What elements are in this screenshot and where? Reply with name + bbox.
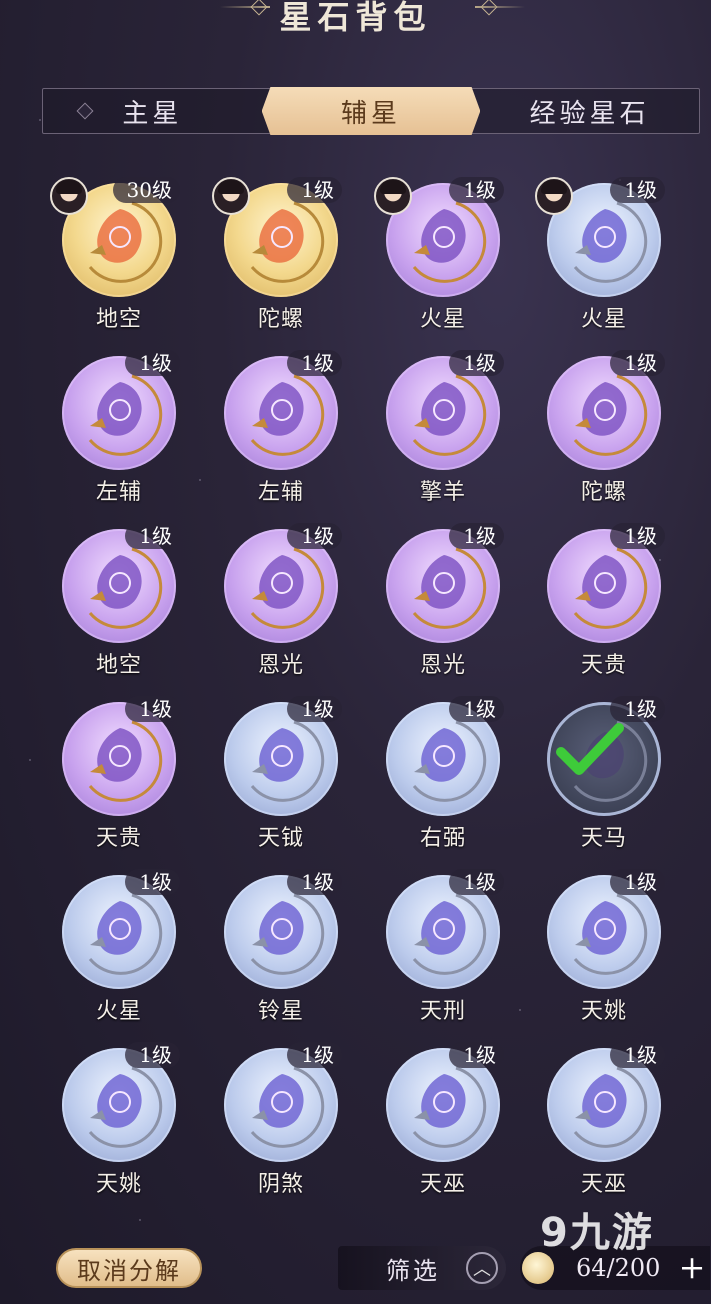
expand-capacity-button[interactable]: + — [674, 1250, 710, 1286]
star-stone-item[interactable]: 1级天贵 — [48, 694, 198, 851]
star-stone-item[interactable]: 1级左辅 — [48, 348, 198, 505]
star-stone-item[interactable]: 1级陀螺 — [533, 348, 683, 505]
character-avatar — [50, 177, 88, 215]
star-stone-name: 火星 — [95, 999, 142, 1024]
level-badge: 1级 — [287, 523, 342, 549]
star-stone-name: 天巫 — [580, 1172, 627, 1197]
character-avatar — [374, 177, 412, 215]
star-stone-name: 天马 — [580, 826, 627, 851]
level-badge: 1级 — [125, 869, 180, 895]
level-badge: 1级 — [287, 1042, 342, 1068]
level-badge: 1级 — [449, 1042, 504, 1068]
level-badge: 1级 — [449, 350, 504, 376]
star-stone-name: 陀螺 — [580, 480, 627, 505]
tab-main-star[interactable]: 主星 — [43, 89, 262, 133]
star-stone-name: 天钺 — [257, 826, 304, 851]
level-badge: 1级 — [449, 696, 504, 722]
star-stone-name: 恩光 — [419, 653, 466, 678]
star-stone-name: 地空 — [95, 653, 142, 678]
star-stone-name: 地空 — [95, 307, 142, 332]
capacity-count: 64/200 — [576, 1254, 661, 1282]
star-stone-item[interactable]: 1级天巫 — [533, 1040, 683, 1197]
level-badge: 1级 — [610, 177, 665, 203]
level-badge: 1级 — [610, 869, 665, 895]
tab-aux-star[interactable]: 辅星 — [261, 87, 481, 135]
star-stone-name: 天贵 — [580, 653, 627, 678]
level-badge: 1级 — [449, 523, 504, 549]
star-stone-name: 阴煞 — [257, 1172, 304, 1197]
star-stone-name: 左辅 — [257, 480, 304, 505]
star-stone-name: 恩光 — [257, 653, 304, 678]
star-stone-item[interactable]: 1级火星 — [372, 175, 522, 332]
star-stone-item[interactable]: 1级恩光 — [372, 521, 522, 678]
star-stone-name: 左辅 — [95, 480, 142, 505]
watermark-logo: 9九游 — [540, 1210, 654, 1256]
star-stone-name: 天姚 — [95, 1172, 142, 1197]
star-stone-item[interactable]: 1级天钺 — [210, 694, 360, 851]
checkmark-icon — [555, 720, 625, 784]
star-stone-item[interactable]: 1级右弼 — [372, 694, 522, 851]
level-badge: 1级 — [125, 696, 180, 722]
page-title: 星石背包 — [279, 0, 432, 36]
star-stone-item[interactable]: 1级左辅 — [210, 348, 360, 505]
level-badge: 1级 — [125, 1042, 180, 1068]
star-stone-item[interactable]: 1级天马 — [533, 694, 683, 851]
tab-bar: 主星 辅星 经验星石 — [42, 87, 700, 135]
star-stone-name: 擎羊 — [419, 480, 466, 505]
level-badge: 1级 — [610, 696, 665, 722]
character-avatar — [212, 177, 250, 215]
level-badge: 1级 — [449, 177, 504, 203]
level-badge: 1级 — [610, 350, 665, 376]
star-stone-item[interactable]: 1级擎羊 — [372, 348, 522, 505]
star-stone-name: 天刑 — [419, 999, 466, 1024]
header: 星石背包 — [0, 0, 711, 42]
star-stone-item[interactable]: 1级天贵 — [533, 521, 683, 678]
star-stone-item[interactable]: 1级陀螺 — [210, 175, 360, 332]
star-stone-name: 火星 — [419, 307, 466, 332]
star-stone-name: 天贵 — [95, 826, 142, 851]
star-stone-item[interactable]: 1级阴煞 — [210, 1040, 360, 1197]
star-stone-name: 天姚 — [580, 999, 627, 1024]
title-ornament-right — [475, 6, 525, 8]
level-badge: 1级 — [610, 1042, 665, 1068]
star-stone-name: 火星 — [580, 307, 627, 332]
diamond-ornament-icon — [250, 0, 268, 16]
star-stone-item[interactable]: 1级恩光 — [210, 521, 360, 678]
star-stone-name: 陀螺 — [257, 307, 304, 332]
cancel-decompose-button[interactable]: 取消分解 — [56, 1248, 202, 1288]
filter-label: 筛选 — [386, 1256, 440, 1285]
star-stone-name: 右弼 — [419, 826, 466, 851]
level-badge: 1级 — [287, 350, 342, 376]
filter-button[interactable]: 筛选 ︿ — [338, 1246, 506, 1290]
star-stone-item[interactable]: 1级地空 — [48, 521, 198, 678]
level-badge: 1级 — [287, 869, 342, 895]
star-stone-item[interactable]: 1级铃星 — [210, 867, 360, 1024]
star-stone-item[interactable]: 1级天刑 — [372, 867, 522, 1024]
star-stone-item[interactable]: 1级天姚 — [533, 867, 683, 1024]
tab-exp-stone[interactable]: 经验星石 — [480, 89, 699, 133]
level-badge: 1级 — [449, 869, 504, 895]
level-badge: 1级 — [610, 523, 665, 549]
level-badge: 1级 — [287, 696, 342, 722]
star-stone-item[interactable]: 1级火星 — [48, 867, 198, 1024]
character-avatar — [535, 177, 573, 215]
star-stone-item[interactable]: 30级地空 — [48, 175, 198, 332]
chevron-up-icon[interactable]: ︿ — [466, 1252, 498, 1284]
star-stone-item[interactable]: 1级天姚 — [48, 1040, 198, 1197]
star-stone-name: 铃星 — [257, 999, 304, 1024]
level-badge: 1级 — [287, 177, 342, 203]
star-stone-item[interactable]: 1级天巫 — [372, 1040, 522, 1197]
star-stone-name: 天巫 — [419, 1172, 466, 1197]
level-badge: 30级 — [112, 177, 180, 203]
level-badge: 1级 — [125, 350, 180, 376]
level-badge: 1级 — [125, 523, 180, 549]
star-stone-item[interactable]: 1级火星 — [533, 175, 683, 332]
